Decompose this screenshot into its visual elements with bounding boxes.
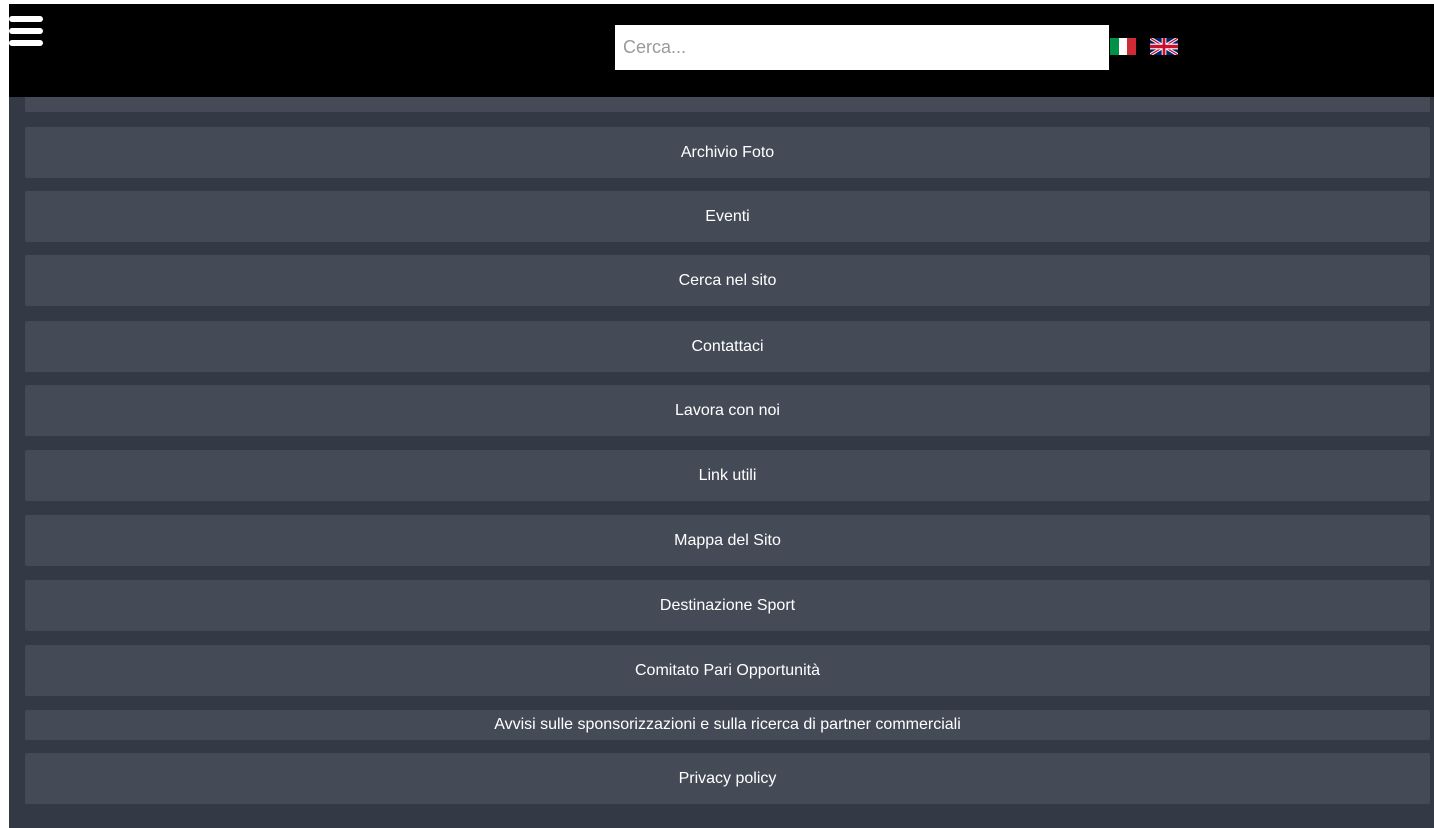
hamburger-icon[interactable] [9, 15, 43, 49]
uk-flag-icon[interactable] [1150, 38, 1178, 55]
header-bar [9, 4, 1434, 97]
search-input[interactable] [615, 25, 1109, 70]
menu-item-link-utili[interactable]: Link utili [25, 450, 1430, 501]
menu-item-archivio-foto[interactable]: Archivio Foto [25, 127, 1430, 178]
page: Archivio Foto Eventi Cerca nel sito Cont… [0, 0, 1434, 828]
nav-menu-panel: Archivio Foto Eventi Cerca nel sito Cont… [9, 97, 1434, 828]
menu-item-eventi[interactable]: Eventi [25, 191, 1430, 242]
menu-item-avvisi-sponsorizzazioni[interactable]: Avvisi sulle sponsorizzazioni e sulla ri… [25, 710, 1430, 740]
menu-item-destinazione-sport[interactable]: Destinazione Sport [25, 580, 1430, 631]
menu-item-lavora-con-noi[interactable]: Lavora con noi [25, 385, 1430, 436]
menu-item-contattaci[interactable]: Contattaci [25, 321, 1430, 372]
menu-item-cerca-nel-sito[interactable]: Cerca nel sito [25, 255, 1430, 306]
menu-item-partial[interactable] [25, 97, 1430, 112]
menu-item-comitato-pari-opportunita[interactable]: Comitato Pari Opportunità [25, 645, 1430, 696]
menu-item-privacy-policy[interactable]: Privacy policy [25, 753, 1430, 804]
menu-item-mappa-del-sito[interactable]: Mappa del Sito [25, 515, 1430, 566]
italian-flag-icon[interactable] [1110, 38, 1137, 55]
